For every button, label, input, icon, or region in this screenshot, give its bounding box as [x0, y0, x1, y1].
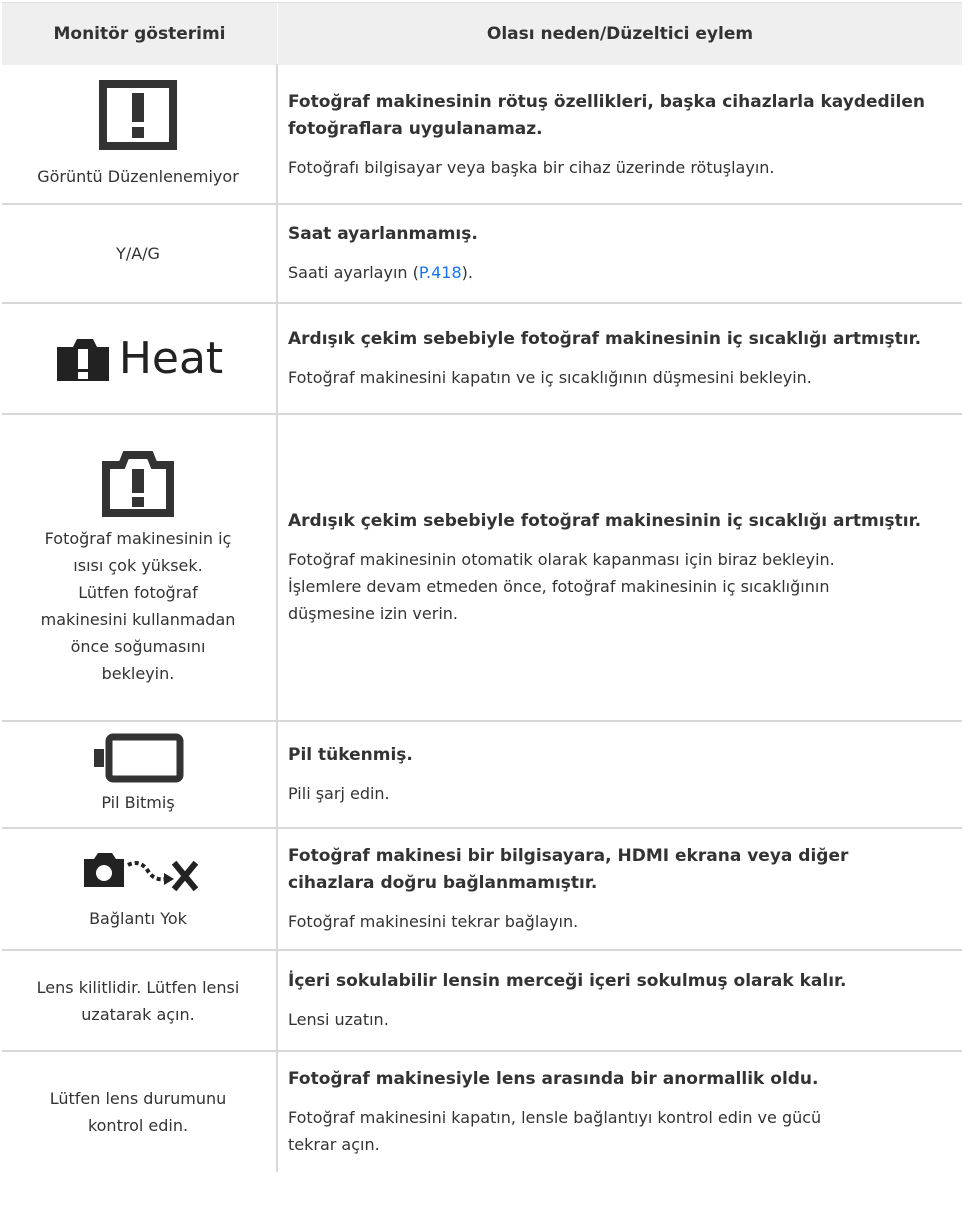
- cause-title: Saat ayarlanmamış.: [288, 224, 478, 244]
- cause-title: Fotoğraf makinesinin rötuş özellikleri, …: [288, 91, 925, 139]
- display-label-line: Lütfen lens durumunu: [49, 1089, 227, 1108]
- action-text-line: Fotoğraf makinesini kapatın, lensle bağl…: [288, 1108, 822, 1127]
- cause-title: Fotoğraf makinesiyle lens arasında bir a…: [288, 1069, 819, 1089]
- battery-empty-icon: [92, 733, 184, 783]
- header-monitor-display: Monitör gösterimi: [53, 24, 226, 44]
- table-row-3-display: Heat: [2, 304, 274, 413]
- display-label: Y/A/G: [116, 244, 160, 263]
- table-row-6-action: Fotoğraf makinesi bir bilgisayara, HDMI …: [288, 829, 958, 949]
- display-label: Pil Bitmiş: [101, 793, 175, 812]
- action-text-line: tekrar açın.: [288, 1135, 380, 1154]
- table-row-7-action: İçeri sokulabilir lensin merceği içeri s…: [288, 951, 958, 1050]
- table-row-3-action: Ardışık çekim sebebiyle fotoğraf makines…: [288, 304, 958, 413]
- table-row-5-display: Pil Bitmiş: [2, 722, 274, 827]
- display-label: Görüntü Düzenlenemiyor: [37, 167, 239, 186]
- action-text-line: Fotoğraf makinesinin otomatik olarak kap…: [288, 550, 835, 569]
- table-row-4-display: Fotoğraf makinesinin iç ısısı çok yüksek…: [2, 415, 274, 720]
- table-row-2-display: Y/A/G: [2, 205, 274, 302]
- display-label-line: Lens kilitlidir. Lütfen lensi: [36, 977, 240, 997]
- display-label-line: kontrol edin.: [87, 1116, 189, 1135]
- table-row-1-display: Görüntü Düzenlenemiyor: [2, 66, 274, 203]
- display-label-line: Lütfen fotoğraf: [78, 582, 198, 602]
- action-text: Fotoğraf makinesini kapatın, lensle bağl…: [288, 1104, 958, 1158]
- camera-disconnected-icon: [78, 847, 198, 897]
- action-text: Fotoğraf makinesinin otomatik olarak kap…: [288, 546, 958, 627]
- display-label-line: uzatarak açın.: [81, 1004, 195, 1024]
- cause-title: Ardışık çekim sebebiyle fotoğraf makines…: [288, 511, 922, 531]
- camera-heat-icon: [53, 335, 113, 383]
- page-reference-link[interactable]: P.418: [419, 263, 462, 282]
- action-text-prefix: Saati ayarlayın (: [288, 263, 419, 282]
- action-text-suffix: ).: [461, 263, 473, 282]
- action-text: Pili şarj edin.: [288, 784, 390, 803]
- display-label-line: Fotoğraf makinesinin iç: [44, 528, 232, 548]
- table-row-4-action: Ardışık çekim sebebiyle fotoğraf makines…: [288, 415, 958, 720]
- cause-title-line: cihazlara doğru bağlanmamıştır.: [288, 873, 598, 893]
- cause-title-line: Fotoğraf makinesi bir bilgisayara, HDMI …: [288, 846, 849, 866]
- action-text: Fotoğraf makinesini kapatın ve iç sıcakl…: [288, 368, 812, 387]
- table-row-6-display: Bağlantı Yok: [2, 829, 274, 949]
- action-text: Lensi uzatın.: [288, 1010, 389, 1029]
- heat-text: Heat: [118, 332, 224, 384]
- exclamation-box-icon: [98, 79, 178, 151]
- column-divider: [276, 64, 278, 1172]
- action-text: Saati ayarlayın (P.418).: [288, 259, 958, 286]
- table-row-8-display: Lütfen lens durumunu kontrol edin.: [2, 1052, 274, 1172]
- camera-warning-outline-icon: [100, 449, 176, 519]
- action-text: Fotoğrafı bilgisayar veya başka bir ciha…: [288, 157, 775, 177]
- table-row-1-action: Fotoğraf makinesinin rötuş özellikleri, …: [288, 66, 958, 203]
- display-label: Bağlantı Yok: [89, 908, 187, 928]
- display-label-line: makinesini kullanmadan: [40, 609, 236, 629]
- action-text-line: İşlemlere devam etmeden önce, fotoğraf m…: [288, 577, 830, 596]
- action-text: Fotoğraf makinesini tekrar bağlayın.: [288, 912, 579, 931]
- cause-title: Ardışık çekim sebebiyle fotoğraf makines…: [288, 329, 922, 349]
- table-row-8-action: Fotoğraf makinesiyle lens arasında bir a…: [288, 1052, 958, 1172]
- display-label-block: Fotoğraf makinesinin iç ısısı çok yüksek…: [41, 525, 236, 687]
- action-text-line: düşmesine izin verin.: [288, 604, 458, 623]
- table-row-2-action: Saat ayarlanmamış. Saati ayarlayın (P.41…: [288, 205, 958, 302]
- display-label-line: önce soğumasını: [70, 636, 206, 656]
- display-label-line: bekleyin.: [101, 663, 175, 683]
- table-row-5-action: Pil tükenmiş. Pili şarj edin.: [288, 722, 958, 827]
- table-row-7-display: Lens kilitlidir. Lütfen lensi uzatarak a…: [2, 951, 274, 1050]
- camera-heat-indicator: Heat: [53, 332, 224, 384]
- cause-title: Fotoğraf makinesi bir bilgisayara, HDMI …: [288, 843, 958, 897]
- table-header: Monitör gösterimi Olası neden/Düzeltici …: [2, 2, 962, 65]
- header-cause-action: Olası neden/Düzeltici eylem: [486, 24, 754, 44]
- cause-title: Pil tükenmiş.: [288, 745, 413, 765]
- display-label-line: ısısı çok yüksek.: [73, 555, 203, 575]
- cause-title: İçeri sokulabilir lensin merceği içeri s…: [288, 971, 847, 991]
